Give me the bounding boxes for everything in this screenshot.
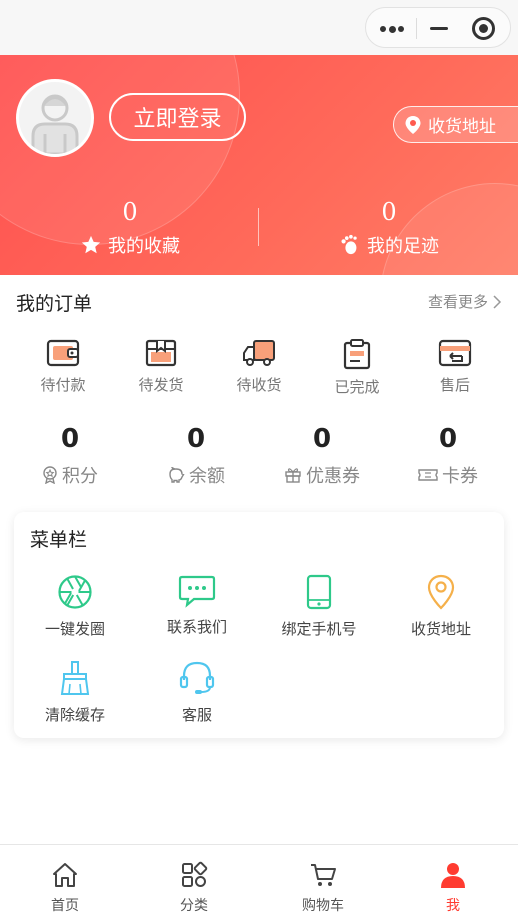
status-bar: [0, 0, 518, 55]
asset-coupons-value: 0: [312, 424, 332, 454]
footprints-stat[interactable]: 0 我的足迹: [289, 198, 489, 258]
orders-more-label: 查看更多: [427, 293, 488, 311]
login-button[interactable]: 立即登录: [109, 93, 246, 141]
bottom-tab-bar: 首页 分类 购物车 我: [0, 844, 518, 920]
asset-balance-value: 0: [186, 424, 206, 454]
menu-item-customer-service-label: 客服: [181, 706, 212, 724]
headset-icon: [179, 661, 215, 694]
location-icon: [427, 574, 455, 610]
chat-icon: [178, 575, 216, 608]
avatar[interactable]: [16, 79, 94, 157]
clipboard-icon: [343, 339, 371, 370]
close-icon[interactable]: [472, 17, 495, 40]
footprint-icon: [341, 234, 357, 255]
order-after-sales[interactable]: 售后: [405, 338, 505, 395]
asset-balance-label: 余额: [189, 466, 225, 487]
user-icon: [441, 863, 465, 888]
menu-item-clear-cache-label: 清除缓存: [44, 706, 105, 724]
tab-me-label: 我: [446, 898, 460, 914]
box-icon: [145, 339, 177, 367]
asset-coupons[interactable]: 0 优惠券: [257, 424, 387, 488]
favorites-label: 我的收藏: [108, 236, 180, 257]
tab-cart-label: 购物车: [302, 898, 344, 914]
asset-balance[interactable]: 0 余额: [131, 424, 261, 488]
gift-icon: [285, 468, 301, 483]
asset-coupons-label: 优惠券: [306, 466, 360, 487]
order-after-sales-label: 售后: [439, 376, 470, 394]
aperture-icon: [58, 575, 92, 609]
order-completed-label: 已完成: [334, 378, 380, 396]
asset-cards-label: 卡券: [442, 466, 478, 487]
pig-icon: [169, 467, 185, 483]
minimize-icon[interactable]: [430, 27, 448, 30]
order-pending-shipment-label: 待发货: [138, 376, 184, 394]
order-pending-payment[interactable]: 待付款: [13, 338, 113, 395]
asset-points-value: 0: [60, 424, 80, 454]
broom-icon: [60, 661, 90, 695]
tab-home[interactable]: 首页: [0, 861, 130, 915]
asset-points[interactable]: 0 积分: [5, 424, 135, 488]
asset-cards[interactable]: 0 卡券: [383, 424, 513, 488]
capsule-divider: [416, 18, 417, 39]
menu-item-contact-us[interactable]: 联系我们: [136, 574, 258, 637]
order-completed[interactable]: 已完成: [307, 338, 407, 397]
menu-item-customer-service[interactable]: 客服: [136, 660, 258, 725]
tab-category-label: 分类: [180, 898, 208, 914]
location-pin-icon: [405, 115, 421, 134]
more-icon[interactable]: [380, 25, 404, 33]
menu-item-share-moments-label: 一键发圈: [44, 620, 105, 638]
star-icon: [81, 235, 101, 254]
asset-points-label: 积分: [62, 466, 98, 487]
orders-title: 我的订单: [16, 293, 93, 315]
favorites-stat[interactable]: 0 我的收藏: [30, 198, 230, 258]
address-button[interactable]: 收货地址: [393, 106, 518, 143]
category-icon: [182, 861, 208, 887]
tab-category[interactable]: 分类: [129, 861, 259, 915]
chevron-right-icon: [493, 294, 502, 309]
truck-icon: [243, 340, 275, 366]
stat-divider: [258, 208, 259, 246]
footprints-label: 我的足迹: [367, 236, 439, 257]
menu-item-bind-phone[interactable]: 绑定手机号: [258, 574, 380, 639]
medal-icon: [43, 466, 57, 484]
tab-me[interactable]: 我: [388, 861, 518, 915]
phone-icon: [306, 574, 332, 610]
menu-item-shipping-address[interactable]: 收货地址: [380, 574, 502, 639]
order-pending-shipment[interactable]: 待发货: [111, 338, 211, 395]
order-pending-receipt[interactable]: 待收货: [209, 338, 309, 395]
menu-item-shipping-address-label: 收货地址: [410, 620, 471, 638]
orders-more-link[interactable]: 查看更多: [428, 291, 502, 312]
menu-item-clear-cache[interactable]: 清除缓存: [14, 660, 136, 725]
profile-header: 立即登录 收货地址 0 我的收藏 0 我的足迹: [0, 55, 518, 275]
address-button-label: 收货地址: [428, 117, 496, 137]
menu-card: 菜单栏 一键发圈 联系我们 绑定手机号 收货地址 清除缓存 客服: [14, 512, 504, 738]
miniprogram-capsule: [365, 7, 511, 48]
order-pending-payment-label: 待付款: [40, 376, 86, 394]
menu-item-bind-phone-label: 绑定手机号: [281, 620, 357, 638]
home-icon: [53, 863, 77, 887]
wallet-icon: [46, 339, 80, 367]
favorites-count: 0: [122, 198, 138, 226]
cart-icon: [311, 864, 336, 886]
asset-cards-value: 0: [438, 424, 458, 454]
ticket-icon: [418, 469, 438, 481]
menu-item-contact-us-label: 联系我们: [166, 618, 227, 636]
footprints-count: 0: [381, 198, 397, 226]
tab-home-label: 首页: [51, 898, 79, 914]
order-pending-receipt-label: 待收货: [236, 376, 282, 394]
tab-cart[interactable]: 购物车: [258, 861, 388, 915]
menu-title: 菜单栏: [30, 529, 88, 551]
default-avatar-icon: [31, 94, 79, 154]
return-card-icon: [438, 339, 472, 367]
menu-item-share-moments[interactable]: 一键发圈: [14, 574, 136, 639]
